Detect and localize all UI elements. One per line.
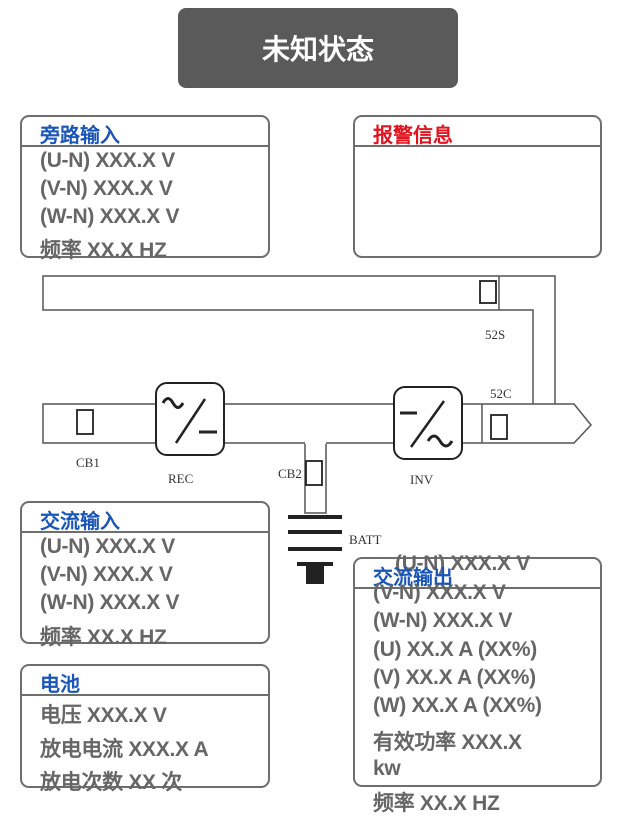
- main-bus-line: [42, 403, 592, 514]
- battery-discharge-count: 放电次数 XX 次: [40, 771, 182, 794]
- panel-divider: [355, 145, 600, 147]
- label-batt: BATT: [349, 532, 382, 547]
- breaker-cb2-icon[interactable]: [305, 460, 323, 486]
- battery-discharge-current: 放电电流 XXX.X A: [40, 738, 209, 761]
- bypass-w-n: (W-N) XXX.X V: [40, 205, 180, 228]
- panel-divider: [22, 531, 268, 533]
- ac-input-panel: 交流输入 (U-N) XXX.X V (V-N) XXX.X V (W-N) X…: [20, 501, 270, 649]
- bypass-input-title: 旁路输入: [40, 125, 120, 147]
- ac-output-frequency: 频率 XX.X HZ: [373, 792, 500, 815]
- ac-input-u-n: (U-N) XXX.X V: [40, 535, 175, 558]
- battery-panel: 电池 电压 XXX.X V 放电电流 XXX.X A 放电次数 XX 次: [20, 664, 270, 794]
- battery-voltage: 电压 XXX.X V: [40, 704, 167, 727]
- battery-title: 电池: [40, 674, 80, 696]
- ac-input-title: 交流输入: [40, 511, 120, 533]
- ac-output-w-n: (W-N) XXX.X V: [373, 609, 513, 632]
- alarm-title: 报警信息: [373, 125, 453, 147]
- switch-52c-icon[interactable]: [490, 414, 508, 440]
- label-cb2: CB2: [278, 466, 302, 481]
- ac-output-current-u: (U) XX.X A (XX%): [373, 638, 537, 661]
- ac-output-current-w: (W) XX.X A (XX%): [373, 694, 542, 717]
- label-inv: INV: [410, 472, 434, 487]
- ac-output-active-power: 有效功率 XXX.X: [373, 731, 522, 754]
- bypass-bus-line: [42, 275, 556, 411]
- ac-output-v-n: (V-N) XXX.X V: [373, 581, 506, 604]
- ac-output-current-v: (V) XX.X A (XX%): [373, 666, 536, 689]
- panel-divider: [22, 694, 268, 696]
- panel-divider: [22, 145, 268, 147]
- rectifier-icon: [155, 382, 225, 456]
- bypass-input-panel: 旁路输入 (U-N) XXX.X V (V-N) XXX.X V (W-N) X…: [20, 115, 270, 262]
- alarm-panel[interactable]: 报警信息: [353, 115, 602, 258]
- switch-52s-icon[interactable]: [479, 280, 497, 304]
- label-52c: 52C: [490, 386, 512, 401]
- battery-icon: [288, 515, 342, 584]
- ac-input-w-n: (W-N) XXX.X V: [40, 591, 180, 614]
- bypass-u-n: (U-N) XXX.X V: [40, 149, 175, 172]
- ac-input-frequency: 频率 XX.X HZ: [40, 626, 167, 649]
- label-cb1: CB1: [76, 455, 100, 470]
- ac-output-panel: (U-N) XXX.X V 交流输出 (V-N) XXX.X V (W-N) X…: [353, 552, 602, 815]
- breaker-cb1-icon[interactable]: [76, 409, 94, 435]
- bypass-frequency: 频率 XX.X HZ: [40, 239, 167, 262]
- ac-output-power-unit: kw: [373, 757, 401, 780]
- ac-input-v-n: (V-N) XXX.X V: [40, 563, 173, 586]
- label-rec: REC: [168, 471, 193, 486]
- bypass-v-n: (V-N) XXX.X V: [40, 177, 173, 200]
- label-52s: 52S: [485, 327, 505, 342]
